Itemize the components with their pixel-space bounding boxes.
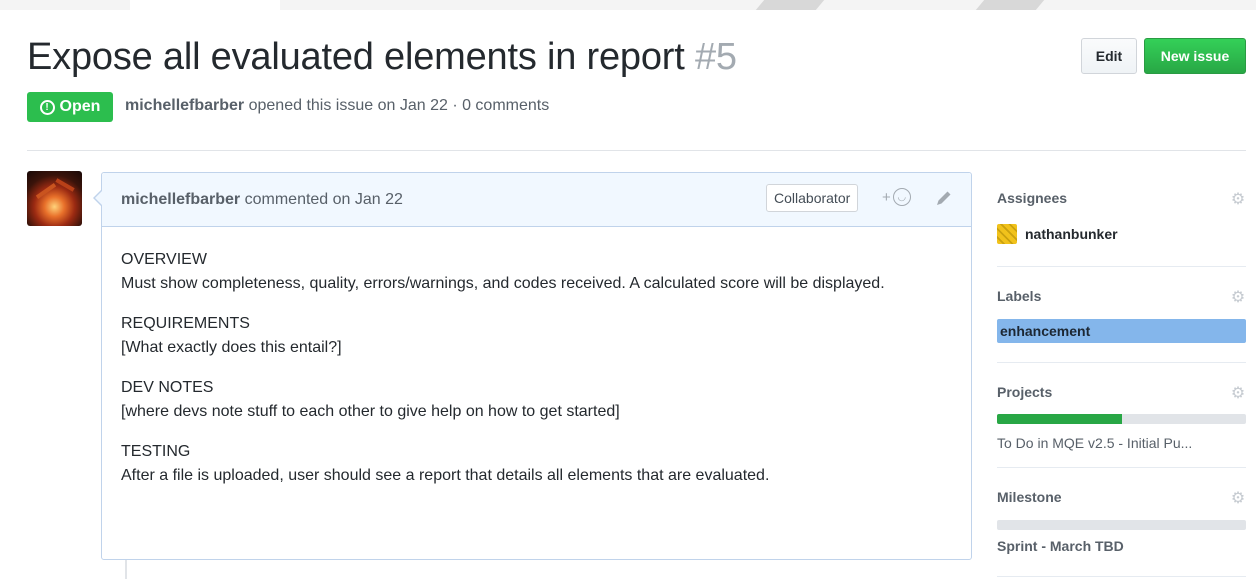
pencil-icon[interactable] [934, 188, 954, 208]
comment-header: michellefbarber commented on Jan 22 Coll… [102, 173, 971, 227]
issue-author-link[interactable]: michellefbarber [125, 97, 244, 114]
author-avatar[interactable] [27, 171, 82, 226]
gear-icon[interactable]: ⚙ [1230, 290, 1246, 306]
section-heading: REQUIREMENTS [121, 315, 250, 332]
gear-icon[interactable]: ⚙ [1230, 386, 1246, 402]
project-progress-bar [997, 414, 1246, 424]
milestone-heading: Milestone [997, 489, 1062, 505]
assignee-name: nathanbunker [1025, 226, 1118, 242]
comment-box: michellefbarber commented on Jan 22 Coll… [93, 172, 972, 560]
comment-section: TESTING After a file is uploaded, user s… [121, 440, 952, 488]
avatar-detail [55, 178, 75, 192]
top-bar-stripe [755, 0, 825, 10]
issue-title-text: Expose all evaluated elements in report [27, 36, 685, 78]
sidebar-assignees[interactable]: Assignees ⚙ [997, 190, 1246, 208]
section-heading: OVERVIEW [121, 251, 207, 268]
project-progress-fill [997, 414, 1122, 424]
issue-opened-icon: ! [39, 99, 55, 115]
milestone-name[interactable]: Sprint - March TBD [997, 538, 1124, 554]
assignees-heading: Assignees [997, 190, 1068, 206]
sidebar-divider [997, 266, 1246, 267]
labels-heading: Labels [997, 288, 1042, 304]
sidebar-milestone[interactable]: Milestone ⚙ [997, 489, 1246, 507]
issue-meta-text: opened this issue on Jan 22 · 0 comments [248, 97, 550, 114]
comment-body: OVERVIEW Must show completeness, quality… [102, 227, 971, 488]
section-text: [where devs note stuff to each other to … [121, 403, 620, 420]
milestone-progress-bar [997, 520, 1246, 530]
issue-number: #5 [694, 36, 737, 78]
smiley-icon: ◡ [892, 188, 911, 206]
top-bar-gap [130, 0, 280, 10]
new-issue-button[interactable]: New issue [1144, 38, 1246, 74]
project-name[interactable]: To Do in MQE v2.5 - Initial Pu... [997, 435, 1192, 451]
sidebar-divider [997, 576, 1246, 577]
timeline-line [125, 560, 127, 579]
comment-author-line: michellefbarber commented on Jan 22 [121, 191, 403, 209]
section-heading: TESTING [121, 443, 191, 460]
edit-button[interactable]: Edit [1081, 38, 1137, 74]
gear-icon[interactable]: ⚙ [1230, 192, 1246, 208]
comment-author-link[interactable]: michellefbarber [121, 191, 240, 208]
projects-heading: Projects [997, 384, 1053, 400]
top-bar-stripe [975, 0, 1045, 10]
header-divider [27, 150, 1246, 151]
top-decorative-bar [0, 0, 1256, 10]
section-heading: DEV NOTES [121, 379, 214, 396]
issue-meta: michellefbarber opened this issue on Jan… [125, 97, 549, 115]
assignee-item[interactable]: nathanbunker [997, 224, 1118, 244]
avatar-detail [35, 183, 57, 199]
sidebar-divider [997, 467, 1246, 468]
reaction-plus: + [882, 188, 891, 206]
comment-section: REQUIREMENTS [What exactly does this ent… [121, 312, 952, 360]
collaborator-badge: Collaborator [766, 184, 859, 212]
issue-state-label: Open [59, 98, 101, 115]
sidebar-divider [997, 362, 1246, 363]
comment-action[interactable]: commented on Jan 22 [245, 191, 403, 208]
section-text: After a file is uploaded, user should se… [121, 467, 770, 484]
label-enhancement[interactable]: enhancement [997, 319, 1246, 343]
issue-state-badge: ! Open [27, 92, 113, 122]
comment-section: OVERVIEW Must show completeness, quality… [121, 248, 952, 296]
assignee-avatar [997, 224, 1017, 244]
sidebar-labels[interactable]: Labels ⚙ [997, 288, 1246, 306]
sidebar-projects[interactable]: Projects ⚙ [997, 384, 1246, 402]
add-reaction-button[interactable]: + ◡ [882, 188, 911, 206]
section-text: [What exactly does this entail?] [121, 339, 342, 356]
gear-icon[interactable]: ⚙ [1230, 491, 1246, 507]
comment-section: DEV NOTES [where devs note stuff to each… [121, 376, 952, 424]
section-text: Must show completeness, quality, errors/… [121, 275, 885, 292]
issue-title: Expose all evaluated elements in report … [27, 36, 737, 79]
